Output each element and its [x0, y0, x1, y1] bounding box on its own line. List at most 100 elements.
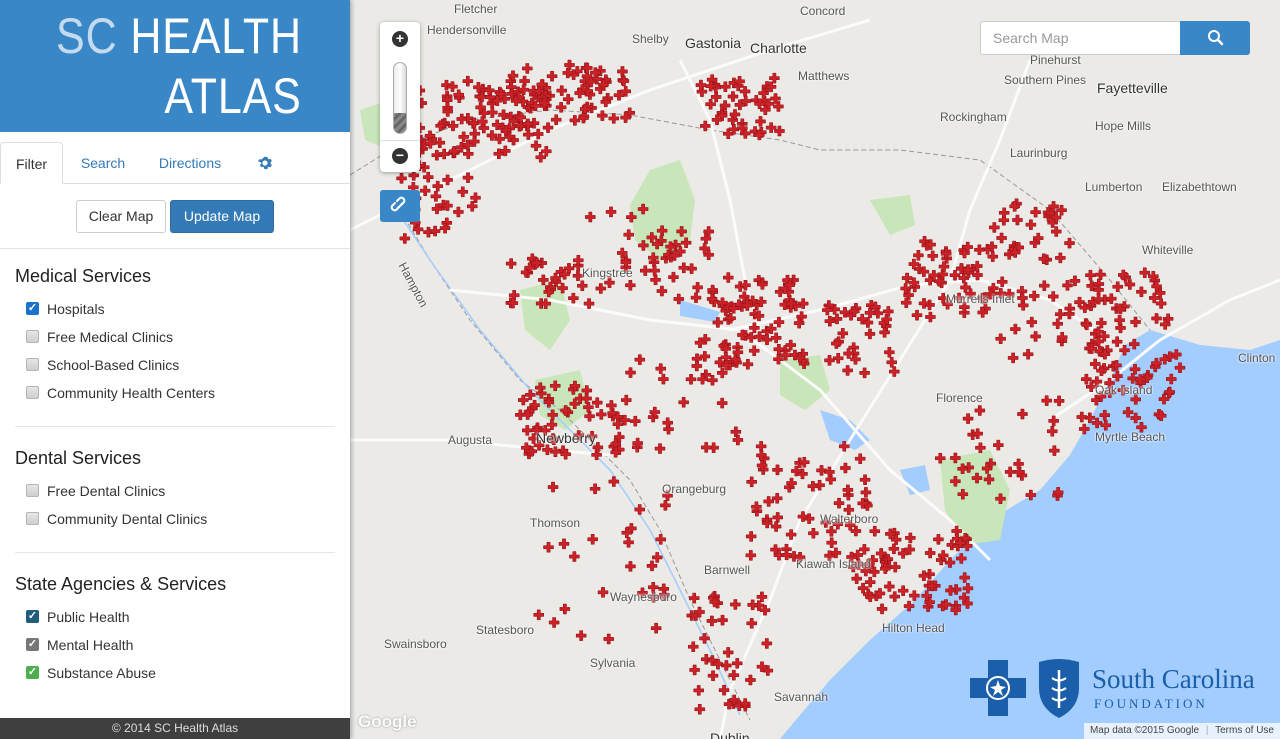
facility-marker	[884, 581, 895, 592]
tab-filter[interactable]: Filter	[0, 142, 63, 184]
facility-marker	[605, 206, 617, 218]
facility-marker	[625, 561, 636, 572]
checkbox[interactable]	[26, 386, 39, 399]
filter-community-dental-clinics[interactable]: Community Dental Clinics	[15, 505, 335, 533]
facility-marker	[1053, 395, 1065, 407]
city-label: Sylvania	[590, 656, 636, 670]
facility-marker	[876, 603, 888, 615]
tab-search[interactable]: Search	[64, 142, 142, 184]
facility-marker	[688, 592, 700, 604]
facility-marker	[533, 609, 545, 621]
checkbox[interactable]	[26, 484, 39, 497]
facility-marker	[962, 413, 974, 424]
update-map-button[interactable]: Update Map	[170, 200, 274, 233]
zoom-in-button[interactable]: +	[392, 31, 408, 47]
facility-marker	[717, 614, 728, 626]
facility-marker	[699, 633, 710, 644]
facility-marker	[888, 543, 900, 555]
facility-marker	[462, 75, 474, 87]
facility-marker	[483, 85, 495, 96]
facility-marker	[608, 476, 620, 487]
filter-community-health-centers[interactable]: Community Health Centers	[15, 379, 335, 407]
city-label: Augusta	[448, 433, 493, 447]
zoom-slider-fill	[394, 113, 406, 133]
filter-public-health[interactable]: ✓ Public Health	[15, 603, 335, 631]
facility-marker	[692, 282, 703, 293]
facility-marker	[1049, 445, 1060, 456]
zoom-out-button[interactable]: −	[392, 148, 408, 164]
checkbox[interactable]	[26, 358, 39, 371]
tab-directions[interactable]: Directions	[142, 142, 238, 184]
facility-marker	[1022, 348, 1034, 360]
facility-marker	[1017, 408, 1028, 420]
facility-marker	[1114, 314, 1125, 326]
facility-marker	[993, 439, 1004, 451]
terms-of-use-link[interactable]: Terms of Use	[1215, 725, 1274, 736]
facility-marker	[522, 425, 533, 436]
checkbox[interactable]: ✓	[26, 610, 39, 623]
checkbox[interactable]	[26, 512, 39, 525]
facility-marker	[826, 537, 837, 548]
facility-marker	[850, 525, 862, 537]
map-search-button[interactable]	[1180, 21, 1250, 55]
facility-marker	[1111, 336, 1123, 347]
facility-marker	[864, 576, 876, 588]
facility-marker	[840, 462, 851, 474]
facility-marker	[897, 585, 909, 596]
facility-marker	[505, 258, 517, 269]
park	[870, 195, 915, 235]
zoom-slider[interactable]	[393, 62, 407, 134]
facility-marker	[1136, 286, 1147, 298]
facility-marker	[1013, 458, 1024, 470]
filter-mental-health[interactable]: ✓ Mental Health	[15, 631, 335, 659]
filter-school-based-clinics[interactable]: School-Based Clinics	[15, 351, 335, 379]
facility-marker	[1050, 226, 1062, 237]
facility-marker	[685, 374, 697, 385]
filter-free-medical-clinics[interactable]: Free Medical Clinics	[15, 323, 335, 351]
facility-marker	[595, 283, 607, 294]
facility-marker	[755, 116, 766, 127]
facility-marker	[548, 617, 560, 628]
facility-marker	[1089, 358, 1101, 370]
facility-marker	[1012, 214, 1023, 226]
facility-marker	[842, 365, 853, 376]
facility-marker	[807, 480, 819, 492]
facility-marker	[925, 311, 936, 323]
section-title: Dental Services	[15, 448, 142, 468]
checkbox[interactable]: ✓	[26, 666, 39, 679]
checkbox[interactable]	[26, 330, 39, 343]
city-label: Kingstree	[582, 266, 633, 280]
city-label: Laurinburg	[1010, 146, 1068, 160]
city-label: Lumberton	[1085, 180, 1143, 194]
checkbox[interactable]: ✓	[26, 302, 39, 315]
facility-marker	[535, 152, 547, 163]
facility-marker	[889, 591, 900, 602]
city-label: Clinton	[1238, 351, 1276, 365]
clear-map-button[interactable]: Clear Map	[76, 200, 166, 233]
facility-marker	[690, 292, 702, 303]
checkbox[interactable]: ✓	[26, 638, 39, 651]
facility-marker	[650, 622, 662, 634]
facility-marker	[1064, 237, 1075, 249]
filter-free-dental-clinics[interactable]: Free Dental Clinics	[15, 477, 335, 505]
share-link-button[interactable]	[380, 190, 420, 222]
filter-hospitals[interactable]: ✓ Hospitals	[15, 295, 335, 323]
city-label: Elizabethtown	[1162, 180, 1237, 194]
facility-marker	[656, 285, 668, 297]
sponsor-subtitle: FOUNDATION	[1094, 696, 1208, 711]
sidebar-footer: © 2014 SC Health Atlas	[0, 718, 350, 739]
tab-settings[interactable]	[238, 142, 292, 184]
facility-marker	[658, 373, 669, 385]
map-canvas[interactable]: Charlotte Concord Gastonia Matthews Shel…	[350, 0, 1280, 739]
facility-marker	[422, 171, 434, 183]
facility-marker	[1030, 206, 1041, 218]
map-search-input[interactable]	[980, 21, 1180, 55]
facility-marker	[859, 474, 871, 486]
sponsor-name: South Carolina	[1092, 664, 1255, 694]
city-label: Florence	[936, 391, 983, 405]
facility-marker	[694, 703, 706, 715]
filter-substance-abuse[interactable]: ✓ Substance Abuse	[15, 659, 335, 687]
city-label: Shelby	[632, 32, 669, 46]
section-title: Medical Services	[15, 266, 152, 286]
facility-marker	[649, 265, 660, 276]
